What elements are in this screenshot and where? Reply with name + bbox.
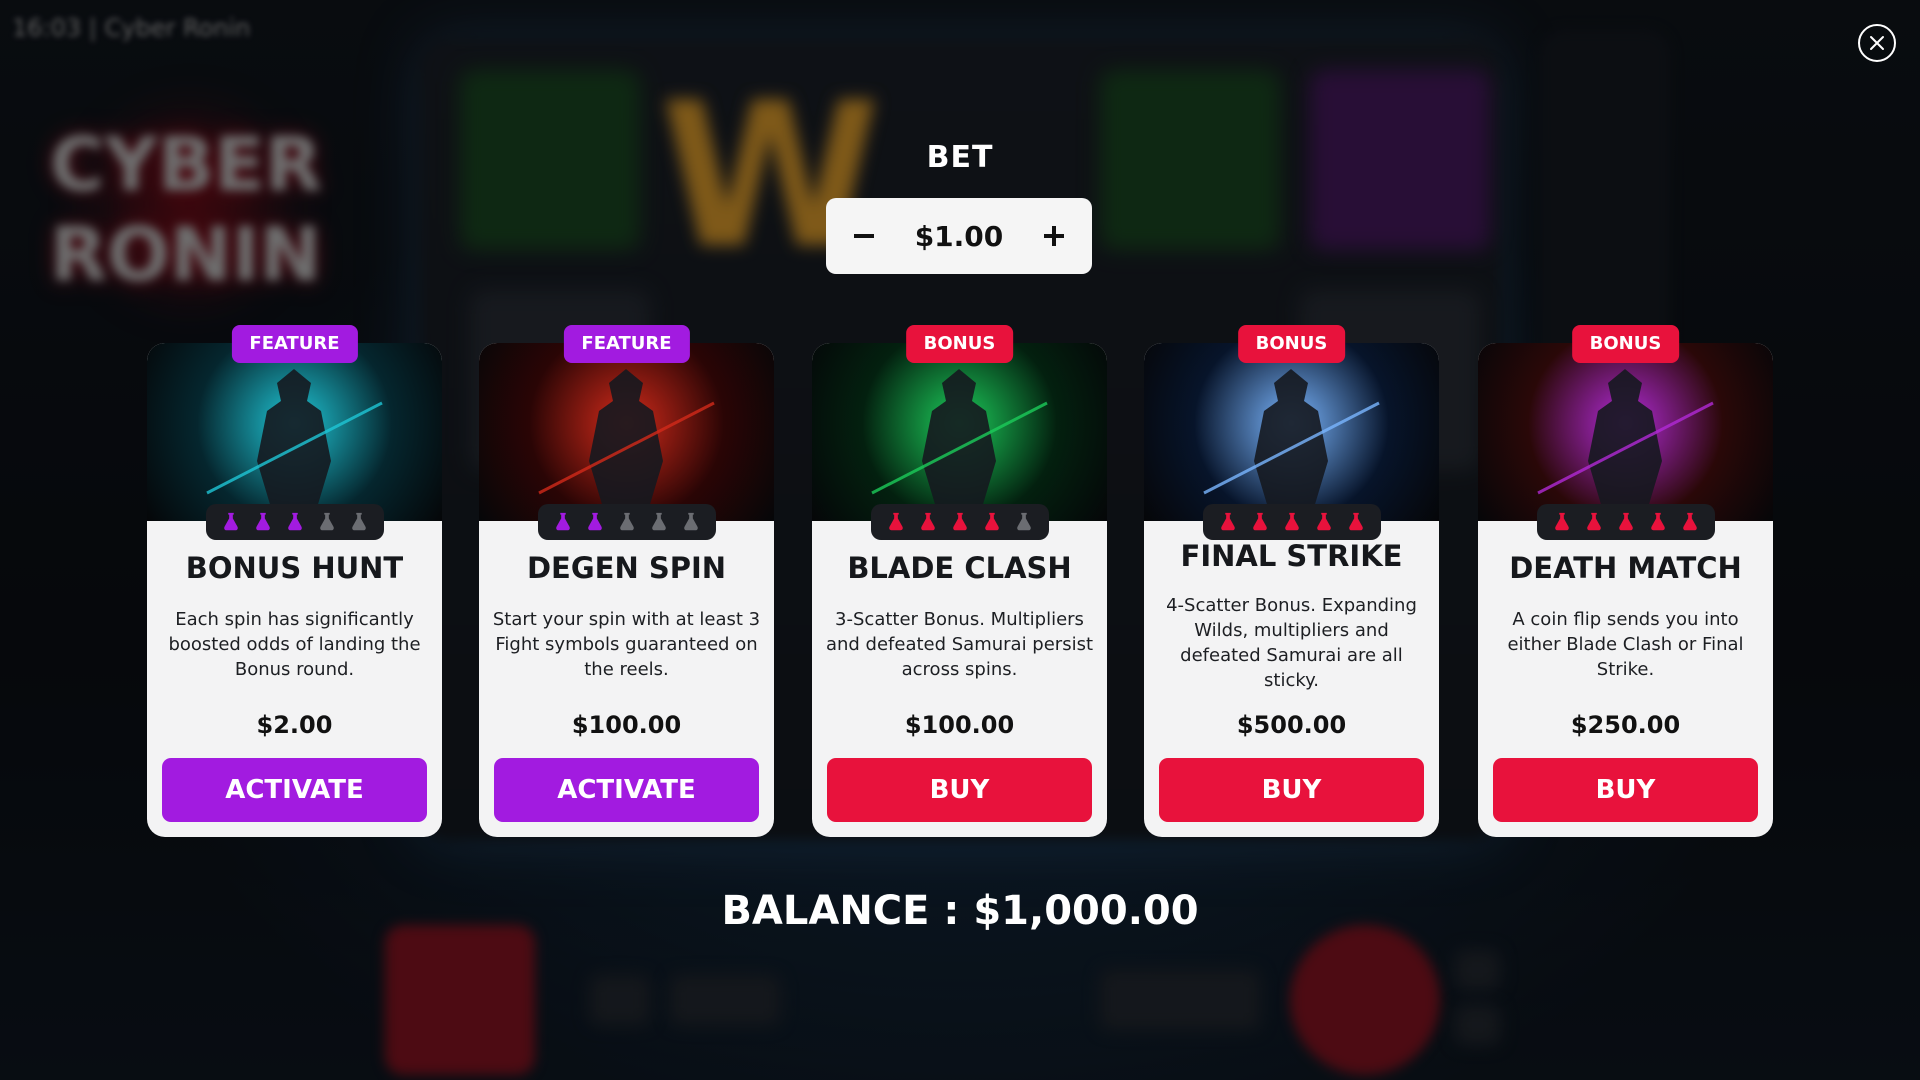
buy-button[interactable]: BUY xyxy=(1159,758,1424,822)
potion-icon xyxy=(1247,509,1273,535)
bet-decrease-button[interactable] xyxy=(844,216,884,256)
balance-display: BALANCE : $1,000.00 xyxy=(721,888,1199,934)
bet-increase-button[interactable] xyxy=(1034,216,1074,256)
potion-icon xyxy=(282,509,308,535)
card-description: A coin flip sends you into either Blade … xyxy=(1507,609,1744,680)
potion-icon xyxy=(979,509,1005,535)
card-artwork xyxy=(1144,343,1439,521)
samurai-icon xyxy=(206,369,383,521)
card-price: $100.00 xyxy=(904,711,1015,739)
card-badge: FEATURE xyxy=(231,325,358,363)
bonus-card: FEATURE DEGEN SPIN Start your spin with at… xyxy=(479,325,774,837)
potion-icon xyxy=(947,509,973,535)
bet-value: $1.00 xyxy=(914,219,1004,253)
bet-title: BET xyxy=(926,140,994,175)
minus-icon xyxy=(854,234,874,238)
potion-icon xyxy=(314,509,340,535)
potion-icon xyxy=(678,509,704,535)
bonus-card: BONUS BLADE CLASH 3-Scatter Bonus. Multipl… xyxy=(812,325,1107,837)
card-artwork xyxy=(147,343,442,521)
card-price: $500.00 xyxy=(1236,711,1347,739)
potion-icon xyxy=(1549,509,1575,535)
volatility-meter xyxy=(205,504,384,540)
card-description: Start your spin with at least 3 Fight sy… xyxy=(492,609,761,680)
card-title: DEATH MATCH xyxy=(1509,551,1742,585)
card-price: $100.00 xyxy=(571,711,682,739)
potion-icon xyxy=(1311,509,1337,535)
card-title: BLADE CLASH xyxy=(847,551,1072,585)
potion-icon xyxy=(915,509,941,535)
card-title: BONUS HUNT xyxy=(185,551,404,585)
close-icon xyxy=(1870,36,1884,50)
samurai-icon xyxy=(1203,369,1380,521)
potion-icon xyxy=(582,509,608,535)
card-badge: BONUS xyxy=(905,325,1014,363)
card-badge: BONUS xyxy=(1237,325,1346,363)
card-artwork xyxy=(812,343,1107,521)
card-badge: BONUS xyxy=(1571,325,1680,363)
volatility-meter xyxy=(537,504,716,540)
potion-icon xyxy=(883,509,909,535)
bonus-card: FEATURE BONUS HUNT Each spin has significa… xyxy=(147,325,442,837)
potion-icon xyxy=(1581,509,1607,535)
volatility-meter xyxy=(1536,504,1715,540)
potion-icon xyxy=(218,509,244,535)
potion-icon xyxy=(1215,509,1241,535)
bonus-card: BONUS FINAL STRIKE 4-Scatter Bonus. Expand… xyxy=(1144,325,1439,837)
potion-icon xyxy=(346,509,372,535)
close-button[interactable] xyxy=(1858,24,1896,62)
samurai-icon xyxy=(538,369,715,521)
samurai-icon xyxy=(1537,369,1714,521)
potion-icon xyxy=(250,509,276,535)
activate-button[interactable]: ACTIVATE xyxy=(162,758,427,822)
card-title: DEGEN SPIN xyxy=(526,551,727,585)
potion-icon xyxy=(550,509,576,535)
buy-button[interactable]: BUY xyxy=(1493,758,1758,822)
plus-icon xyxy=(1043,226,1064,246)
potion-icon xyxy=(1613,509,1639,535)
card-artwork xyxy=(1478,343,1773,521)
card-price: $2.00 xyxy=(256,711,333,739)
card-title: FINAL STRIKE xyxy=(1180,539,1403,573)
samurai-icon xyxy=(871,369,1048,521)
potion-icon xyxy=(1645,509,1671,535)
potion-icon xyxy=(1677,509,1703,535)
potion-icon xyxy=(1279,509,1305,535)
card-badge: FEATURE xyxy=(563,325,690,363)
buy-button[interactable]: BUY xyxy=(827,758,1092,822)
volatility-meter xyxy=(1202,504,1381,540)
potion-icon xyxy=(646,509,672,535)
volatility-meter xyxy=(870,504,1049,540)
card-artwork xyxy=(479,343,774,521)
activate-button[interactable]: ACTIVATE xyxy=(494,758,759,822)
bet-stepper: $1.00 xyxy=(826,198,1092,274)
potion-icon xyxy=(1011,509,1037,535)
card-description: 4-Scatter Bonus. Expanding Wilds, multip… xyxy=(1166,595,1417,691)
bonus-card: BONUS DEATH MATCH A coin flip sends you in… xyxy=(1478,325,1773,837)
bonus-cards: FEATURE BONUS HUNT Each spin has significa… xyxy=(147,325,1773,837)
card-description: Each spin has significantly boosted odds… xyxy=(168,609,421,680)
potion-icon xyxy=(614,509,640,535)
card-description: 3-Scatter Bonus. Multipliers and defeate… xyxy=(825,609,1094,680)
card-price: $250.00 xyxy=(1570,711,1681,739)
potion-icon xyxy=(1343,509,1369,535)
